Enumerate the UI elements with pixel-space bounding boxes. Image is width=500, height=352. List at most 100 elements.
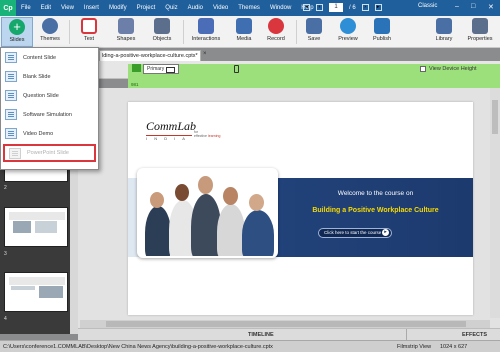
ruler-value: 981	[131, 82, 139, 87]
record-button[interactable]: Record	[260, 17, 292, 47]
content-slide-icon	[5, 52, 17, 63]
first-slide-icon[interactable]: ◂	[303, 4, 310, 11]
next-slide-icon[interactable]: ›	[361, 4, 369, 11]
start-course-button[interactable]: Click here to start the course	[318, 228, 392, 238]
preview-button[interactable]: Preview	[332, 17, 364, 47]
text-button[interactable]: Text	[73, 17, 105, 47]
menu-item-label: Question Slide	[23, 92, 59, 99]
shapes-icon	[118, 18, 134, 34]
text-icon	[81, 18, 97, 34]
primary-view-tab[interactable]: Primary	[143, 64, 179, 74]
toolbar-divider	[69, 20, 70, 44]
last-slide-icon[interactable]: ▸	[374, 4, 382, 11]
media-icon	[236, 18, 252, 34]
view-device-height-label: View Device Height	[429, 66, 477, 72]
question-slide-icon	[5, 90, 17, 101]
menu-window[interactable]: Window	[265, 5, 296, 11]
menu-video[interactable]: Video	[208, 5, 233, 11]
close-icon[interactable]: ✕	[488, 3, 494, 11]
menu-item-label: Content Slide	[23, 54, 57, 61]
slide-thumbnail[interactable]	[4, 207, 68, 247]
properties-button[interactable]: Properties	[462, 17, 498, 47]
checkbox-icon[interactable]	[420, 66, 426, 72]
library-button[interactable]: Library	[428, 17, 460, 47]
logo-tag-learning: learning	[207, 134, 221, 138]
view-mode: Filmstrip View	[397, 344, 432, 350]
interactions-label: Interactions	[191, 36, 221, 42]
powerpoint-slide-icon	[9, 147, 21, 159]
menu-item-label: Blank Slide	[23, 73, 51, 80]
save-button[interactable]: Save	[298, 17, 330, 47]
menu-item-question-slide[interactable]: Question Slide	[1, 86, 98, 105]
captivate-logo: Cp	[0, 0, 16, 16]
maximize-icon[interactable]: □	[471, 3, 475, 10]
primary-label: Primary	[147, 66, 165, 72]
shapes-button[interactable]: Shapes	[110, 17, 142, 47]
menu-item-video-demo[interactable]: Video Demo	[1, 124, 98, 143]
total-slides: / 6	[349, 4, 356, 11]
plus-icon: +	[9, 19, 25, 35]
menu-themes[interactable]: Themes	[233, 5, 265, 11]
slides-label: Slides	[9, 37, 25, 43]
scrollbar-thumb[interactable]	[492, 100, 498, 134]
menu-file[interactable]: File	[16, 5, 36, 11]
objects-button[interactable]: Objects	[146, 17, 178, 47]
themes-button[interactable]: Themes	[34, 17, 66, 47]
welcome-text: Welcome to the course on	[337, 190, 414, 197]
scrollbar-thumb[interactable]	[106, 321, 466, 327]
minimize-icon[interactable]: –	[455, 3, 459, 10]
main-toolbar: + Slides Themes Text Shapes Objects Inte…	[0, 16, 500, 48]
preview-label: Preview	[338, 36, 358, 42]
objects-label: Objects	[152, 36, 172, 42]
interactions-button[interactable]: Interactions	[188, 17, 224, 47]
menu-project[interactable]: Project	[132, 5, 161, 11]
logo-text: CommLab	[146, 119, 197, 133]
publish-button[interactable]: Publish	[366, 17, 398, 47]
tab-effects[interactable]: EFFECTS	[462, 332, 487, 338]
publish-icon	[374, 18, 390, 34]
document-tab[interactable]: lding-a-positive-workplace-culture.cptx*	[99, 50, 201, 61]
current-slide-input[interactable]: 1	[329, 3, 343, 12]
properties-icon	[472, 18, 488, 34]
themes-label: Themes	[40, 36, 60, 42]
menu-edit[interactable]: Edit	[36, 5, 56, 11]
menu-view[interactable]: View	[56, 5, 79, 11]
slide-number: 4	[4, 316, 7, 322]
library-icon	[436, 18, 452, 34]
menu-item-blank-slide[interactable]: Blank Slide	[1, 67, 98, 86]
publish-label: Publish	[372, 36, 392, 42]
slides-button[interactable]: + Slides	[1, 17, 33, 47]
objects-icon	[154, 18, 170, 34]
menu-item-label: Software Simulation	[23, 111, 72, 118]
menu-item-content-slide[interactable]: Content Slide	[1, 48, 98, 67]
tab-timeline[interactable]: TIMELINE	[248, 332, 274, 338]
logo-tagline: for effective learning	[194, 130, 220, 138]
media-button[interactable]: Media	[228, 17, 260, 47]
menu-insert[interactable]: Insert	[79, 5, 104, 11]
project-size: 1024 x 627	[440, 344, 468, 350]
menu-modify[interactable]: Modify	[104, 5, 132, 11]
menu-audio[interactable]: Audio	[183, 5, 208, 11]
slide-number: 3	[4, 251, 7, 257]
software-simulation-icon	[5, 109, 17, 120]
prev-slide-icon[interactable]: ‹	[316, 4, 323, 11]
tab-close-icon[interactable]: ×	[203, 51, 207, 57]
slides-dropdown-menu: Content Slide Blank Slide Question Slide…	[0, 47, 99, 170]
phone-icon[interactable]	[234, 65, 239, 73]
record-label: Record	[267, 36, 285, 42]
save-icon	[306, 18, 322, 34]
workspace-select[interactable]: Classic	[418, 3, 437, 9]
shapes-label: Shapes	[116, 36, 136, 42]
menu-item-label: PowerPoint Slide	[27, 150, 69, 156]
view-device-height-toggle[interactable]: View Device Height	[420, 66, 477, 72]
blank-slide-icon	[5, 71, 17, 82]
properties-label: Properties	[467, 36, 493, 42]
text-label: Text	[83, 36, 95, 42]
media-label: Media	[236, 36, 252, 42]
menu-item-software-simulation[interactable]: Software Simulation	[1, 105, 98, 124]
slide-navigator: ◂ ‹ 1 / 6 › ▸	[303, 3, 382, 12]
breakpoint-marker-icon[interactable]	[132, 64, 141, 72]
menu-quiz[interactable]: Quiz	[160, 5, 182, 11]
library-label: Library	[435, 36, 453, 42]
slide-thumbnail[interactable]	[4, 272, 68, 312]
